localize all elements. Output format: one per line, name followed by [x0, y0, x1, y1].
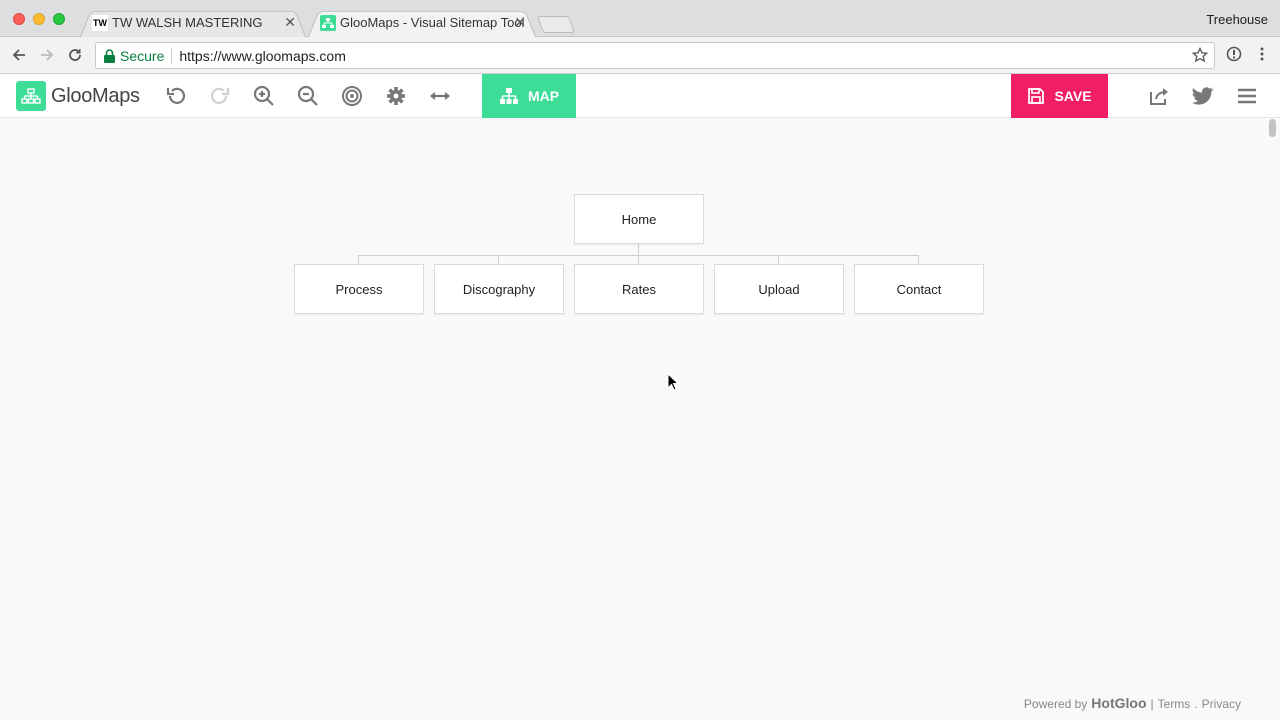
- tw-favicon-icon: TW: [92, 15, 108, 31]
- share-icon[interactable]: [1147, 84, 1171, 108]
- extension-icon[interactable]: [1226, 46, 1242, 67]
- profile-name[interactable]: Treehouse: [1206, 12, 1268, 27]
- connector-line: [918, 255, 919, 264]
- gloomaps-logo[interactable]: GlooMaps: [16, 81, 140, 111]
- minimize-window-button[interactable]: [33, 13, 45, 25]
- maximize-window-button[interactable]: [53, 13, 65, 25]
- sitemap-node-home[interactable]: Home: [574, 194, 704, 244]
- map-button-label: MAP: [527, 88, 560, 104]
- save-button[interactable]: SAVE: [1011, 74, 1108, 118]
- sitemap-canvas[interactable]: Home Process Discography Rates Upload Co…: [0, 119, 1266, 720]
- sitemap-node-discography[interactable]: Discography: [434, 264, 564, 314]
- connector-line: [498, 255, 499, 264]
- privacy-link[interactable]: Privacy: [1202, 697, 1241, 711]
- browser-toolbar: Secure https://www.gloomaps.com: [0, 37, 1280, 74]
- lock-icon: [104, 49, 115, 66]
- app-header: GlooMaps MAP SAVE: [0, 74, 1280, 118]
- tab-gloomaps[interactable]: GlooMaps - Visual Sitemap Tool ✕: [308, 8, 536, 37]
- redo-icon[interactable]: [208, 84, 232, 108]
- mouse-cursor-icon: [667, 372, 680, 396]
- forward-icon[interactable]: [37, 45, 57, 65]
- twitter-icon[interactable]: [1191, 84, 1215, 108]
- new-tab-button[interactable]: [536, 16, 576, 33]
- sitemap-node-process[interactable]: Process: [294, 264, 424, 314]
- map-button[interactable]: MAP: [482, 74, 576, 118]
- back-icon[interactable]: [9, 45, 29, 65]
- connector-line: [778, 255, 779, 264]
- sitemap-node-contact[interactable]: Contact: [854, 264, 984, 314]
- undo-icon[interactable]: [164, 84, 188, 108]
- gloomaps-favicon-icon: [320, 15, 336, 31]
- connector-line: [638, 255, 639, 264]
- close-window-button[interactable]: [13, 13, 25, 25]
- tab-close-icon[interactable]: ✕: [284, 8, 296, 37]
- target-icon[interactable]: [340, 84, 364, 108]
- sitemap-node-rates[interactable]: Rates: [574, 264, 704, 314]
- logo-text: GlooMaps: [51, 84, 140, 107]
- vertical-scrollbar[interactable]: [1266, 119, 1280, 720]
- scrollbar-thumb[interactable]: [1269, 119, 1276, 137]
- save-button-label: SAVE: [1054, 88, 1092, 104]
- expand-horizontal-icon[interactable]: [428, 84, 452, 108]
- footer-separator: |: [1150, 697, 1154, 711]
- zoom-out-icon[interactable]: [296, 84, 320, 108]
- hotgloo-link[interactable]: HotGloo: [1091, 695, 1146, 711]
- browser-tab-strip: TW TW WALSH MASTERING ✕ GlooMaps - Visua…: [0, 0, 1280, 37]
- sitemap-logo-icon: [16, 81, 46, 111]
- tab-title: TW WALSH MASTERING: [112, 15, 263, 30]
- address-bar[interactable]: Secure https://www.gloomaps.com: [95, 42, 1215, 69]
- connector-line: [638, 243, 639, 255]
- secure-label: Secure: [120, 47, 165, 64]
- bookmark-star-icon[interactable]: [1191, 46, 1209, 66]
- menu-icon[interactable]: [1235, 84, 1259, 108]
- reload-icon[interactable]: [65, 45, 85, 65]
- connector-line: [358, 255, 359, 264]
- browser-menu-icon[interactable]: [1254, 46, 1270, 67]
- url-text[interactable]: https://www.gloomaps.com: [179, 48, 346, 64]
- tab-title: GlooMaps - Visual Sitemap Tool: [340, 15, 525, 30]
- floppy-disk-icon: [1028, 88, 1045, 104]
- zoom-in-icon[interactable]: [252, 84, 276, 108]
- footer-dot: .: [1194, 697, 1198, 711]
- tab-tw-walsh[interactable]: TW TW WALSH MASTERING ✕: [80, 8, 306, 37]
- tab-close-icon[interactable]: ✕: [514, 8, 526, 37]
- sitemap-node-upload[interactable]: Upload: [714, 264, 844, 314]
- powered-by-text: Powered by: [1023, 697, 1088, 711]
- footer: Powered by HotGloo | Terms . Privacy: [1024, 695, 1241, 711]
- sitemap-icon: [499, 88, 518, 104]
- gear-icon[interactable]: [384, 84, 408, 108]
- terms-link[interactable]: Terms: [1158, 697, 1191, 711]
